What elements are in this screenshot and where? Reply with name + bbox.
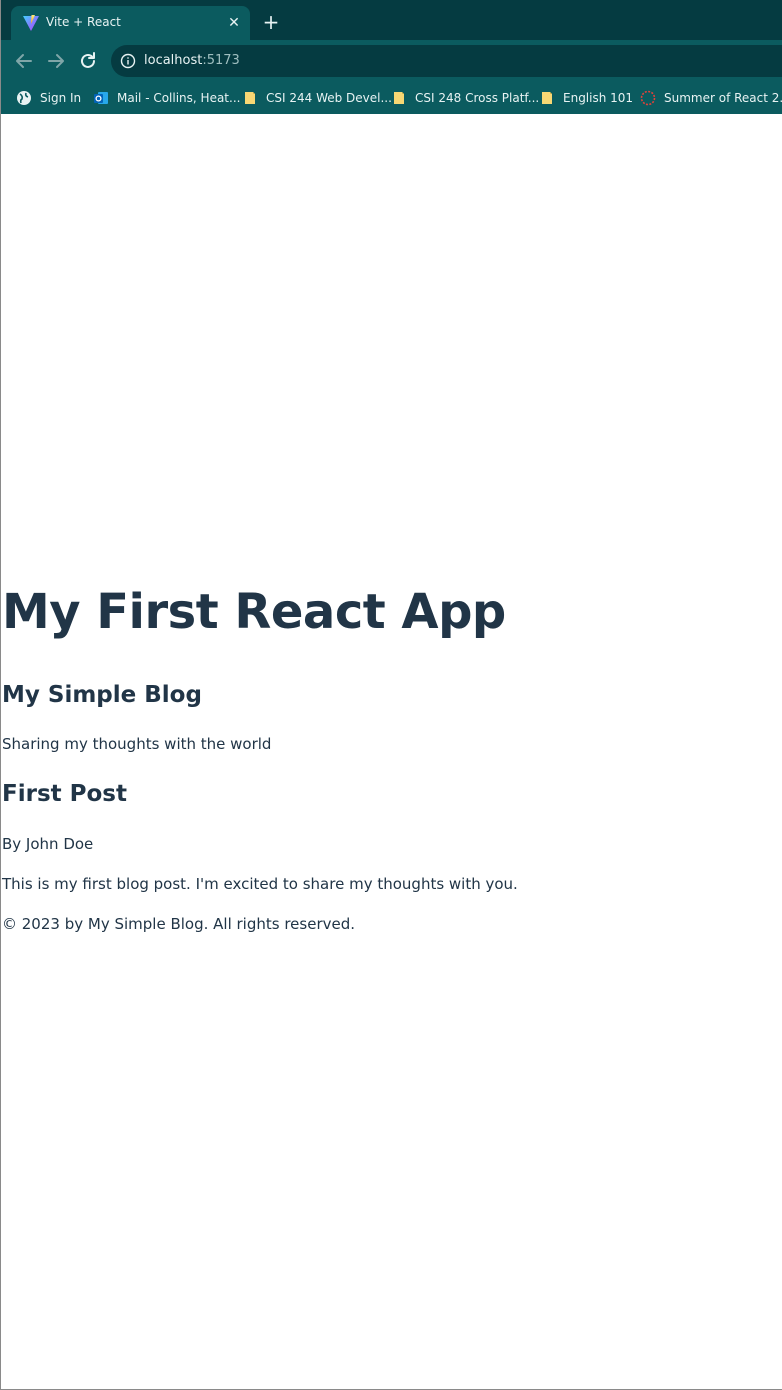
- close-tab-icon[interactable]: ✕: [225, 14, 243, 32]
- info-icon[interactable]: [120, 53, 136, 69]
- tab-strip: Vite + React ✕ +: [1, 0, 782, 40]
- browser-toolbar: localhost:5173: [1, 40, 782, 82]
- note-icon: [542, 92, 552, 104]
- bookmark-label: CSI 244 Web Devel...: [266, 91, 392, 105]
- bookmark-label: Mail - Collins, Heat...: [117, 91, 241, 105]
- bookmark-csi-248[interactable]: CSI 248 Cross Platf...: [391, 88, 539, 108]
- note-icon: [245, 92, 255, 104]
- bookmark-label: Sign In: [40, 91, 82, 105]
- bookmarks-bar: Sign In Mail - Collins, Heat... CSI 244 …: [1, 82, 782, 114]
- url-text[interactable]: localhost:5173: [144, 53, 240, 68]
- react-icon: [640, 90, 656, 106]
- tab-title: Vite + React: [46, 15, 121, 29]
- bookmark-label: English 101: [563, 91, 634, 105]
- bookmark-csi-244[interactable]: CSI 244 Web Devel...: [242, 88, 392, 108]
- blog-title: My Simple Blog: [2, 682, 202, 708]
- note-icon: [394, 92, 404, 104]
- bookmark-label: Summer of React 2...: [664, 91, 782, 105]
- url-host: localhost: [144, 53, 203, 68]
- post-title: First Post: [2, 781, 127, 807]
- page-content: My First React App My Simple Blog Sharin…: [1, 114, 782, 1389]
- vite-logo-icon: [23, 15, 39, 31]
- url-port: :5173: [202, 53, 240, 68]
- app-title: My First React App: [2, 584, 506, 640]
- blog-tagline: Sharing my thoughts with the world: [2, 735, 272, 753]
- active-tab[interactable]: Vite + React ✕: [11, 6, 250, 40]
- reload-icon[interactable]: [77, 50, 99, 72]
- bookmark-mail[interactable]: Mail - Collins, Heat...: [93, 88, 240, 108]
- new-tab-button[interactable]: +: [260, 11, 282, 33]
- bookmark-summer-of-react[interactable]: Summer of React 2...: [640, 88, 782, 108]
- address-bar[interactable]: localhost:5173: [111, 45, 782, 77]
- globe-icon: [17, 91, 31, 105]
- bookmark-label: CSI 248 Cross Platf...: [415, 91, 540, 105]
- bookmark-english-101[interactable]: English 101: [539, 88, 633, 108]
- browser-window: Vite + React ✕ + localhost:5173 Sign In …: [0, 0, 782, 1390]
- outlook-icon: [94, 92, 108, 104]
- bookmark-sign-in[interactable]: Sign In: [16, 88, 81, 108]
- post-author: By John Doe: [2, 835, 94, 853]
- footer-copyright: © 2023 by My Simple Blog. All rights res…: [2, 915, 356, 933]
- post-body: This is my first blog post. I'm excited …: [2, 875, 518, 893]
- back-arrow-icon[interactable]: [13, 50, 35, 72]
- forward-arrow-icon[interactable]: [45, 50, 67, 72]
